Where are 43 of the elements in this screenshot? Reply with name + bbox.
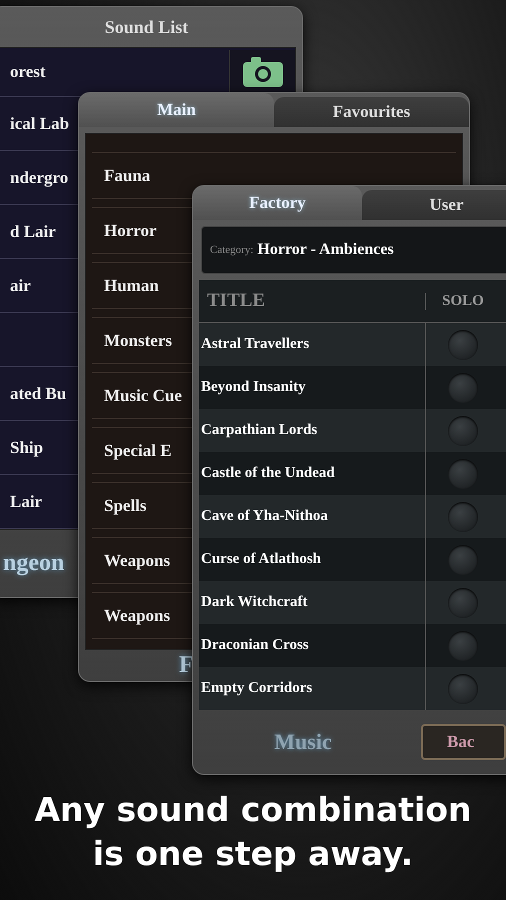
category-value: Horror - Ambiences: [257, 241, 394, 259]
camera-icon: [240, 56, 284, 88]
sound-list-item[interactable]: ndergro: [10, 168, 68, 188]
caption-text: is one step away.: [92, 833, 414, 875]
category-item[interactable]: Monsters: [104, 330, 172, 350]
solo-toggle[interactable]: [448, 416, 478, 446]
panel-label: ngeon: [3, 550, 64, 577]
column-header: TITLE: [206, 290, 266, 312]
panel-label: F: [179, 652, 194, 679]
solo-toggle[interactable]: [448, 458, 478, 488]
solo-toggle[interactable]: [448, 330, 478, 360]
tab[interactable]: Favourites: [274, 97, 469, 127]
camera-button[interactable]: [229, 50, 295, 94]
tab[interactable]: Factory: [193, 186, 362, 220]
sound-list-item[interactable]: ical Lab: [10, 114, 70, 134]
panel-title: Sound List: [104, 16, 190, 38]
panel-label: Music: [273, 729, 333, 755]
column-header: SOLO: [425, 292, 500, 310]
solo-toggle[interactable]: [448, 372, 478, 402]
category-item[interactable]: Fauna: [104, 166, 150, 186]
sound-list-item[interactable]: air: [10, 276, 31, 296]
sound-list-item[interactable]: orest: [10, 62, 46, 82]
category-item[interactable]: Music Cue: [104, 386, 182, 406]
solo-toggle[interactable]: [448, 674, 478, 704]
solo-toggle[interactable]: [448, 502, 478, 532]
caption-text: Any sound combination: [34, 789, 472, 831]
back-button[interactable]: Bac: [421, 724, 506, 760]
category-item[interactable]: Human: [104, 276, 159, 296]
category-label: Category:: [210, 244, 254, 256]
sound-list-item[interactable]: ated Bu: [10, 384, 66, 404]
tab[interactable]: Main: [79, 93, 274, 127]
category-item[interactable]: Weapons: [104, 550, 170, 570]
category-item[interactable]: Special E: [104, 440, 172, 460]
sound-list-item[interactable]: Lair: [10, 492, 42, 512]
category-item[interactable]: Horror: [104, 220, 157, 240]
category-item[interactable]: Weapons: [104, 606, 170, 626]
solo-toggle[interactable]: [448, 588, 478, 618]
solo-toggle[interactable]: [448, 544, 478, 574]
category-item[interactable]: Spells: [104, 496, 147, 516]
solo-toggle[interactable]: [448, 630, 478, 660]
tab[interactable]: User: [362, 190, 506, 220]
sound-list-item[interactable]: Ship: [10, 438, 44, 458]
sound-list-item[interactable]: d Lair: [10, 222, 56, 242]
